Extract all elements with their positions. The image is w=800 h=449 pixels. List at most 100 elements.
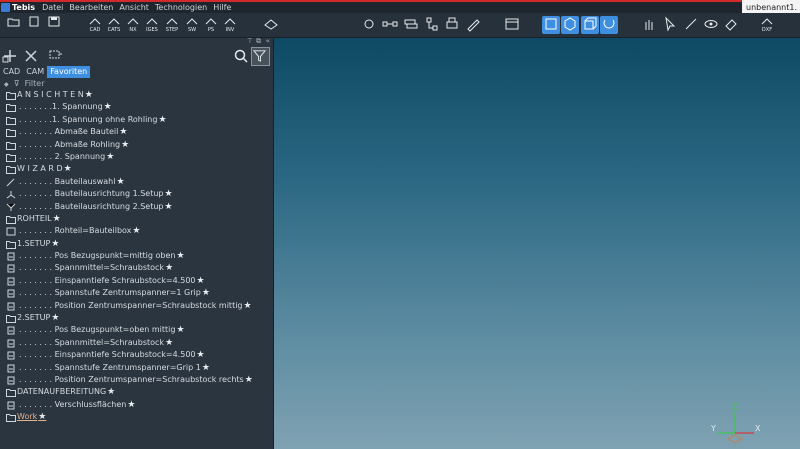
favorite-star-icon[interactable]: ★ bbox=[176, 325, 184, 335]
tree-item[interactable]: . . . . . . . Einspanntiefe Schraubstock… bbox=[0, 275, 273, 287]
tree-item[interactable]: . . . . . . . Position Zentrumspanner=Sc… bbox=[0, 300, 273, 312]
import-iges-button[interactable]: IGES bbox=[143, 16, 161, 34]
view-wire-button[interactable] bbox=[581, 16, 599, 34]
expand-icon[interactable]: ◆ bbox=[4, 81, 9, 88]
show-button[interactable] bbox=[702, 16, 720, 34]
view-iso-button[interactable] bbox=[561, 16, 579, 34]
favorite-star-icon[interactable]: ★ bbox=[197, 350, 205, 360]
favorite-star-icon[interactable]: ★ bbox=[116, 177, 124, 187]
tree-item[interactable]: . . . . . . . Spannmittel=Schraubstock★ bbox=[0, 262, 273, 274]
favorite-star-icon[interactable]: ★ bbox=[119, 127, 127, 137]
favorite-star-icon[interactable]: ★ bbox=[165, 338, 173, 348]
search-icon[interactable] bbox=[233, 48, 249, 64]
erase-button[interactable] bbox=[722, 16, 740, 34]
tree-group[interactable]: DATENAUFBEREITUNG★ bbox=[0, 386, 273, 398]
window-button[interactable] bbox=[503, 16, 521, 34]
connect-button[interactable] bbox=[381, 16, 399, 34]
tree-item[interactable]: . . . . . . . Einspanntiefe Schraubstock… bbox=[0, 349, 273, 361]
favorite-star-icon[interactable]: ★ bbox=[53, 214, 61, 224]
edit-button[interactable] bbox=[464, 16, 482, 34]
import-cad-button[interactable]: CAD bbox=[86, 16, 104, 34]
favorite-star-icon[interactable]: ★ bbox=[165, 202, 173, 212]
favorite-star-icon[interactable]: ★ bbox=[127, 400, 135, 410]
menu-ansicht[interactable]: Ansicht bbox=[119, 2, 149, 13]
tree-group[interactable]: Work★ bbox=[0, 411, 273, 423]
tree-group[interactable]: W I Z A R D★ bbox=[0, 163, 273, 175]
tree-group[interactable]: ROHTEIL★ bbox=[0, 213, 273, 225]
favorite-star-icon[interactable]: ★ bbox=[51, 239, 59, 249]
tree-item[interactable]: . . . . . . . Pos Bezugspunkt=oben mitti… bbox=[0, 324, 273, 336]
import-cats-button[interactable]: CATS bbox=[105, 16, 123, 34]
tab-cam[interactable]: CAM bbox=[23, 66, 47, 78]
filter-row[interactable]: ◆ ⊽ Filter bbox=[0, 78, 273, 89]
add-icon[interactable] bbox=[2, 48, 18, 64]
select-button[interactable] bbox=[661, 16, 679, 34]
tab-cad[interactable]: CAD bbox=[0, 66, 23, 78]
open-folder-button[interactable] bbox=[5, 16, 23, 34]
tree-item[interactable]: . . . . . . . Abmaße Bauteil★ bbox=[0, 126, 273, 138]
tree-item[interactable]: . . . . . . . Rohteil=Bauteilbox★ bbox=[0, 225, 273, 237]
favorite-star-icon[interactable]: ★ bbox=[197, 276, 205, 286]
favorite-star-icon[interactable]: ★ bbox=[165, 189, 173, 199]
favorite-star-icon[interactable]: ★ bbox=[51, 313, 59, 323]
import-nx-button[interactable]: NX bbox=[124, 16, 142, 34]
import-sw-button[interactable]: SW bbox=[183, 16, 201, 34]
structure-icon[interactable] bbox=[47, 48, 63, 64]
tree-item[interactable]: . . . . . . . Pos Bezugspunkt=mittig obe… bbox=[0, 250, 273, 262]
detach-icon[interactable]: ⧉ bbox=[256, 37, 261, 46]
tree-group[interactable]: A N S I C H T E N★ bbox=[0, 89, 273, 101]
favorite-star-icon[interactable]: ★ bbox=[244, 301, 252, 311]
print-button[interactable] bbox=[443, 16, 461, 34]
favorite-star-icon[interactable]: ★ bbox=[104, 102, 112, 112]
import-inv-button[interactable]: INV bbox=[221, 16, 239, 34]
3d-viewport[interactable]: Z X Y bbox=[274, 38, 800, 449]
tree-group[interactable]: 1.SETUP★ bbox=[0, 238, 273, 250]
menu-technologien[interactable]: Technologien bbox=[155, 2, 207, 13]
menu-bearbeiten[interactable]: Bearbeiten bbox=[69, 2, 113, 13]
view-rotate-button[interactable] bbox=[600, 16, 618, 34]
tab-favoriten[interactable]: Favoriten bbox=[47, 66, 91, 78]
surface-button[interactable] bbox=[262, 16, 280, 34]
favorite-star-icon[interactable]: ★ bbox=[85, 90, 93, 100]
favorite-star-icon[interactable]: ★ bbox=[158, 115, 166, 125]
favorite-star-icon[interactable]: ★ bbox=[38, 412, 46, 422]
favorite-star-icon[interactable]: ★ bbox=[202, 363, 210, 373]
view-front-button[interactable] bbox=[542, 16, 560, 34]
favorite-star-icon[interactable]: ★ bbox=[176, 251, 184, 261]
menu-datei[interactable]: Datei bbox=[42, 2, 63, 13]
measure-button[interactable] bbox=[682, 16, 700, 34]
favorite-star-icon[interactable]: ★ bbox=[106, 152, 114, 162]
filter-toggle-button[interactable] bbox=[251, 47, 270, 66]
tree-item[interactable]: . . . . . . . Spannstufe Zentrumspanner=… bbox=[0, 287, 273, 299]
new-file-button[interactable] bbox=[25, 16, 43, 34]
tree-item[interactable]: . . . . . . . Abmaße Rohling★ bbox=[0, 139, 273, 151]
tree-item[interactable]: . . . . . . . Bauteilausrichtung 1.Setup… bbox=[0, 188, 273, 200]
delete-icon[interactable] bbox=[23, 48, 39, 64]
favorite-star-icon[interactable]: ★ bbox=[121, 140, 129, 150]
import-step-button[interactable]: STEP bbox=[163, 16, 181, 34]
save-button[interactable] bbox=[45, 16, 63, 34]
pin-icon[interactable]: ⊤ bbox=[247, 37, 253, 45]
collapse-icon[interactable]: « bbox=[266, 37, 270, 45]
tree-item[interactable]: . . . . . . . Spannmittel=Schraubstock★ bbox=[0, 337, 273, 349]
tree-group[interactable]: 2.SETUP★ bbox=[0, 312, 273, 324]
tree-item[interactable]: . . . . . . .1. Spannung★ bbox=[0, 101, 273, 113]
favorite-star-icon[interactable]: ★ bbox=[107, 387, 115, 397]
tree-item[interactable]: . . . . . . . Bauteilausrichtung 2.Setup… bbox=[0, 201, 273, 213]
network-button[interactable] bbox=[423, 16, 441, 34]
favorite-star-icon[interactable]: ★ bbox=[132, 226, 140, 236]
export-dxf-button[interactable]: DXF bbox=[758, 16, 776, 34]
favorite-star-icon[interactable]: ★ bbox=[202, 288, 210, 298]
tree-item[interactable]: . . . . . . . Position Zentrumspanner=Sc… bbox=[0, 374, 273, 386]
tree-item[interactable]: . . . . . . . Spannstufe Zentrumspanner=… bbox=[0, 362, 273, 374]
tool-path-button[interactable] bbox=[360, 16, 378, 34]
tree-item[interactable]: . . . . . . .1. Spannung ohne Rohling★ bbox=[0, 114, 273, 126]
favorite-star-icon[interactable]: ★ bbox=[64, 164, 72, 174]
layers-button[interactable] bbox=[402, 16, 420, 34]
tree-item[interactable]: . . . . . . . 2. Spannung★ bbox=[0, 151, 273, 163]
tree-item[interactable]: . . . . . . . Verschlussflächen★ bbox=[0, 399, 273, 411]
menu-hilfe[interactable]: Hilfe bbox=[213, 2, 231, 13]
tree-item[interactable]: . . . . . . . Bauteilauswahl★ bbox=[0, 176, 273, 188]
favorite-star-icon[interactable]: ★ bbox=[165, 263, 173, 273]
import-ps-button[interactable]: PS bbox=[202, 16, 220, 34]
